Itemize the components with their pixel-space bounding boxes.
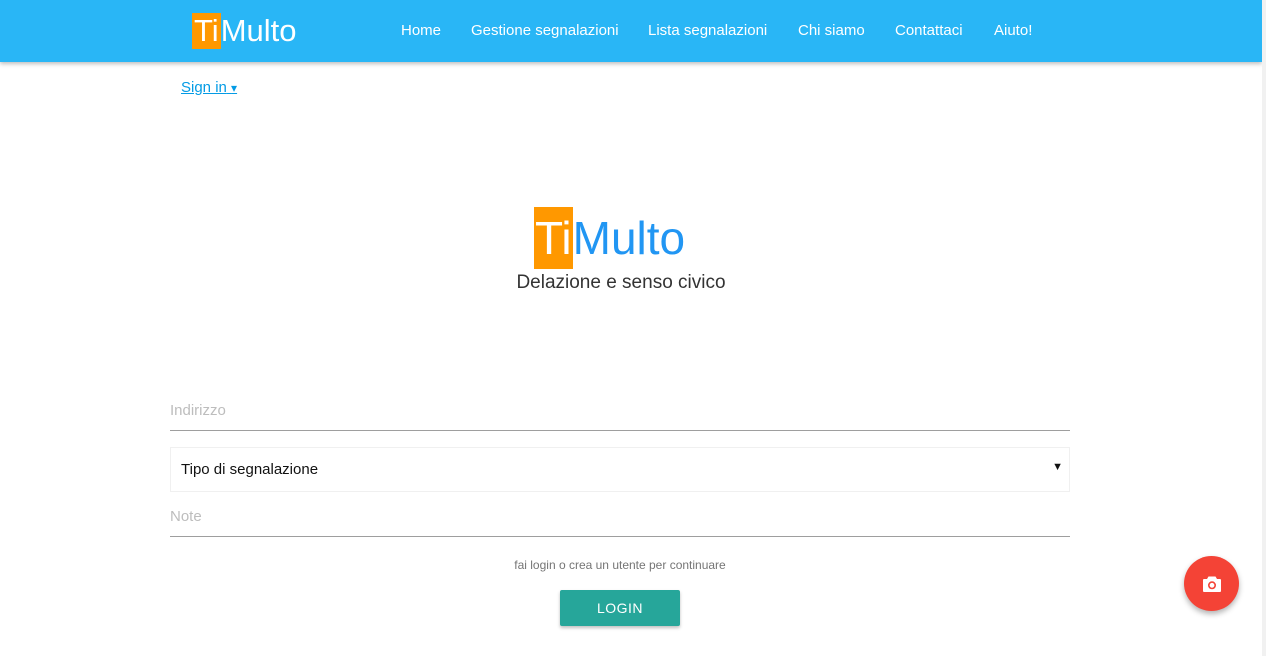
- nav-item-contattaci[interactable]: Contattaci: [895, 0, 963, 62]
- nav-item-lista-segnalazioni[interactable]: Lista segnalazioni: [648, 0, 767, 62]
- hero-logo-prefix: Ti: [534, 207, 573, 269]
- login-button[interactable]: LOGIN: [560, 590, 680, 626]
- report-type-select[interactable]: Tipo di segnalazione ▼: [170, 447, 1070, 492]
- note-field-wrapper: [170, 497, 1070, 537]
- address-input[interactable]: [170, 391, 1070, 431]
- vertical-scrollbar[interactable]: [1262, 0, 1266, 656]
- nav-item-gestione-segnalazioni[interactable]: Gestione segnalazioni: [471, 0, 619, 62]
- hero-logo: Ti Multo: [534, 207, 685, 269]
- hero-logo-suffix: Multo: [572, 212, 686, 264]
- hero-tagline: Delazione e senso civico: [516, 272, 726, 293]
- nav-item-aiuto[interactable]: Aiuto!: [994, 0, 1032, 62]
- navbar: Ti Multo Home Gestione segnalazioni Lista…: [0, 0, 1262, 62]
- nav-links: Home Gestione segnalazioni Lista segnala…: [0, 0, 1262, 62]
- dropdown-arrow-icon: ▼: [1052, 461, 1063, 473]
- nav-item-home[interactable]: Home: [401, 0, 441, 62]
- sign-in-label: Sign in: [181, 79, 227, 96]
- login-hint: fai login o crea un utente per continuar…: [514, 558, 726, 572]
- nav-item-chi-siamo[interactable]: Chi siamo: [798, 0, 865, 62]
- sign-in-dropdown[interactable]: Sign in ▾: [181, 79, 237, 96]
- camera-fab-button[interactable]: [1184, 556, 1239, 611]
- report-type-selected: Tipo di segnalazione: [181, 461, 319, 478]
- note-input[interactable]: [170, 497, 1070, 537]
- caret-down-icon: ▾: [231, 81, 238, 95]
- camera-icon: [1202, 576, 1221, 592]
- address-field-wrapper: [170, 391, 1070, 431]
